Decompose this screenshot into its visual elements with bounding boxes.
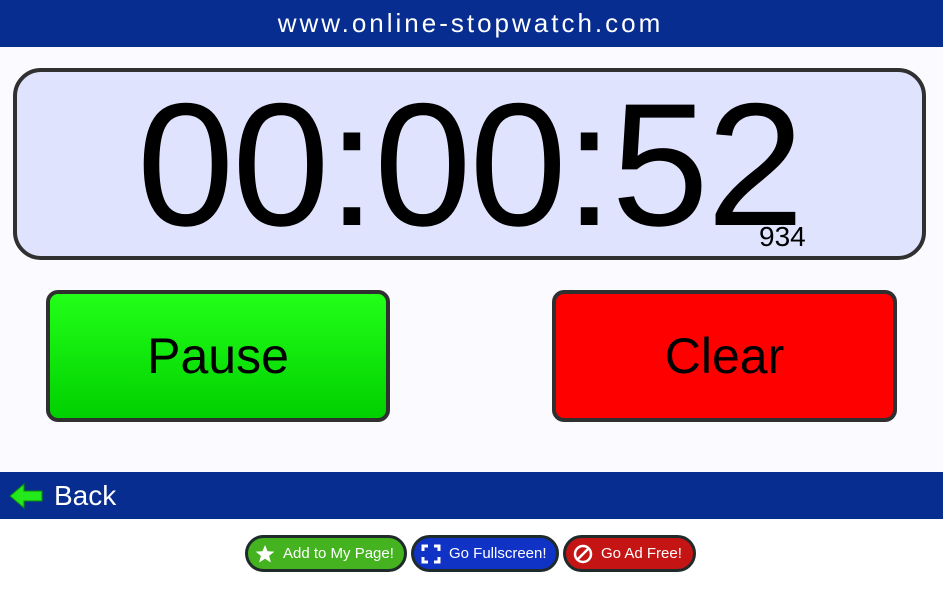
fullscreen-icon (421, 544, 441, 564)
header-bar: www.online-stopwatch.com (0, 0, 943, 47)
go-ad-free-button[interactable]: Go Ad Free! (563, 535, 696, 572)
no-sign-icon (573, 544, 593, 564)
go-fullscreen-button[interactable]: Go Fullscreen! (411, 535, 559, 572)
stopwatch-page: www.online-stopwatch.com 00:00:52 934 Pa… (0, 0, 943, 608)
star-icon (255, 544, 275, 564)
add-to-my-page-label: Add to My Page! (283, 545, 394, 562)
go-ad-free-label: Go Ad Free! (601, 545, 682, 562)
site-title[interactable]: www.online-stopwatch.com (278, 8, 664, 39)
go-fullscreen-label: Go Fullscreen! (449, 545, 547, 562)
stopwatch-display: 00:00:52 934 (13, 68, 926, 260)
left-arrow-icon (8, 482, 44, 510)
pause-button[interactable]: Pause (46, 290, 390, 422)
elapsed-milliseconds: 934 (759, 221, 806, 252)
add-to-my-page-button[interactable]: Add to My Page! (245, 535, 407, 572)
back-bar: Back (0, 472, 943, 519)
back-label: Back (54, 479, 117, 511)
back-button[interactable]: Back (8, 472, 116, 519)
clear-button[interactable]: Clear (552, 290, 897, 422)
